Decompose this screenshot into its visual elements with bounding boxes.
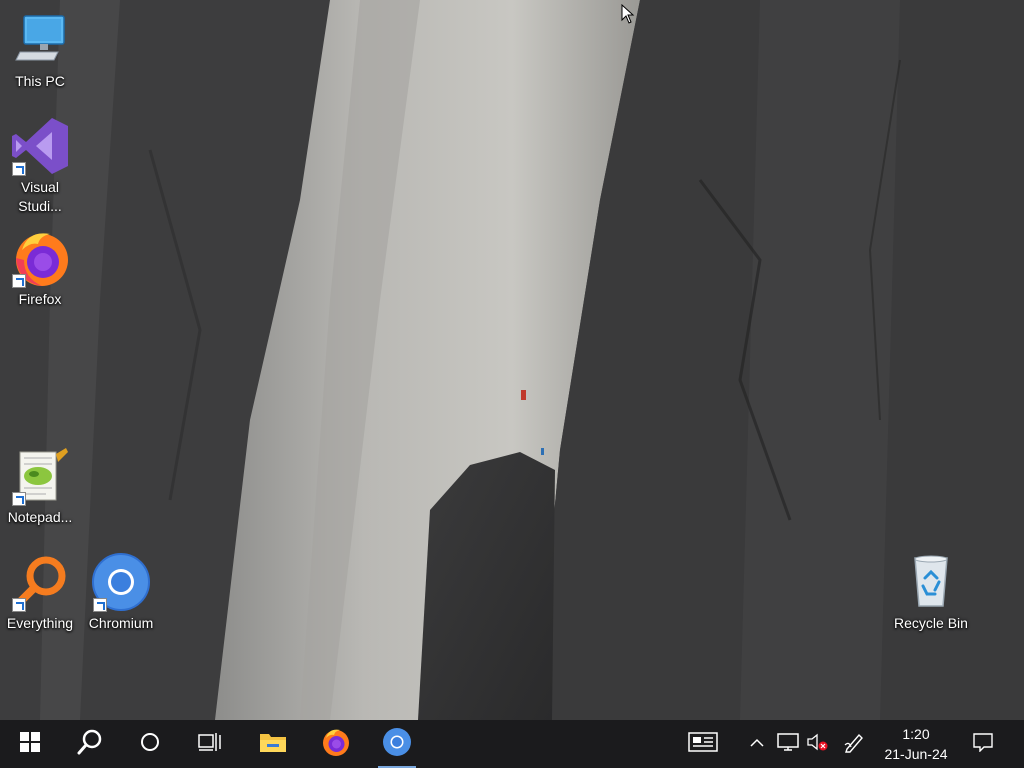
desktop-icon-recycle-bin[interactable]: Recycle Bin	[892, 552, 970, 633]
network-icon	[777, 732, 799, 757]
clock-button[interactable]: 1:20 21-Jun-24	[876, 720, 956, 768]
search-icon	[76, 728, 104, 761]
computer-icon	[10, 10, 70, 70]
folder-icon	[259, 730, 287, 759]
cortana-button[interactable]	[125, 720, 175, 768]
desktop-icon-everything[interactable]: Everything	[1, 552, 79, 633]
tray-overflow-button[interactable]	[742, 720, 772, 768]
shortcut-arrow-icon	[12, 274, 26, 288]
action-center-icon	[972, 732, 994, 757]
volume-muted-icon	[806, 732, 828, 757]
pen-workspace-icon	[843, 731, 865, 758]
taskbar: 1:20 21-Jun-24	[0, 720, 1024, 768]
chromium-icon	[382, 727, 412, 762]
taskbar-firefox[interactable]	[310, 720, 360, 768]
shortcut-arrow-icon	[12, 492, 26, 506]
desktop-icon-label: Chromium	[88, 615, 154, 631]
action-center-button[interactable]	[960, 720, 1006, 768]
cortana-circle-icon	[140, 732, 160, 757]
task-view-button[interactable]	[185, 720, 235, 768]
search-button[interactable]	[65, 720, 115, 768]
desktop-icon-notepad[interactable]: Notepad...	[1, 446, 79, 527]
shortcut-arrow-icon	[93, 598, 107, 612]
desktop-icon-label: Notepad...	[7, 509, 73, 525]
desktop-icon-label: Visual Studi...	[18, 179, 62, 214]
news-widget-button[interactable]	[678, 720, 728, 768]
task-view-icon	[198, 732, 222, 757]
windows-logo-icon	[20, 731, 40, 757]
desktop-icon-this-pc[interactable]: This PC	[1, 10, 79, 91]
network-button[interactable]	[772, 720, 804, 768]
magnifier-icon	[10, 552, 70, 612]
chromium-icon	[91, 552, 151, 612]
news-widget-icon	[688, 731, 718, 757]
firefox-icon	[320, 727, 350, 762]
taskbar-chromium[interactable]	[372, 720, 422, 768]
shortcut-arrow-icon	[12, 162, 26, 176]
firefox-icon	[10, 228, 70, 288]
mouse-cursor-icon	[621, 3, 635, 29]
desktop-icon-label: Firefox	[18, 291, 62, 307]
shortcut-arrow-icon	[12, 598, 26, 612]
desktop-icon-visual-studio[interactable]: Visual Studi...	[1, 116, 79, 216]
clock-time: 1:20	[902, 726, 930, 742]
desktop-icon-chromium[interactable]: Chromium	[82, 552, 160, 633]
notepad-plus-plus-icon	[10, 446, 70, 506]
recycle-bin-icon	[901, 552, 961, 612]
desktop-icon-label: This PC	[15, 73, 65, 89]
taskbar-file-explorer[interactable]	[248, 720, 298, 768]
clock-date: 21-Jun-24	[884, 746, 948, 762]
start-button[interactable]	[5, 720, 55, 768]
chevron-up-icon	[750, 735, 764, 753]
desktop-icon-label: Everything	[6, 615, 74, 631]
desktop-icon-label: Recycle Bin	[894, 615, 968, 631]
pen-workspace-button[interactable]	[838, 720, 870, 768]
visual-studio-icon	[10, 116, 70, 176]
desktop-icon-firefox[interactable]: Firefox	[1, 228, 79, 309]
volume-button[interactable]	[802, 720, 832, 768]
